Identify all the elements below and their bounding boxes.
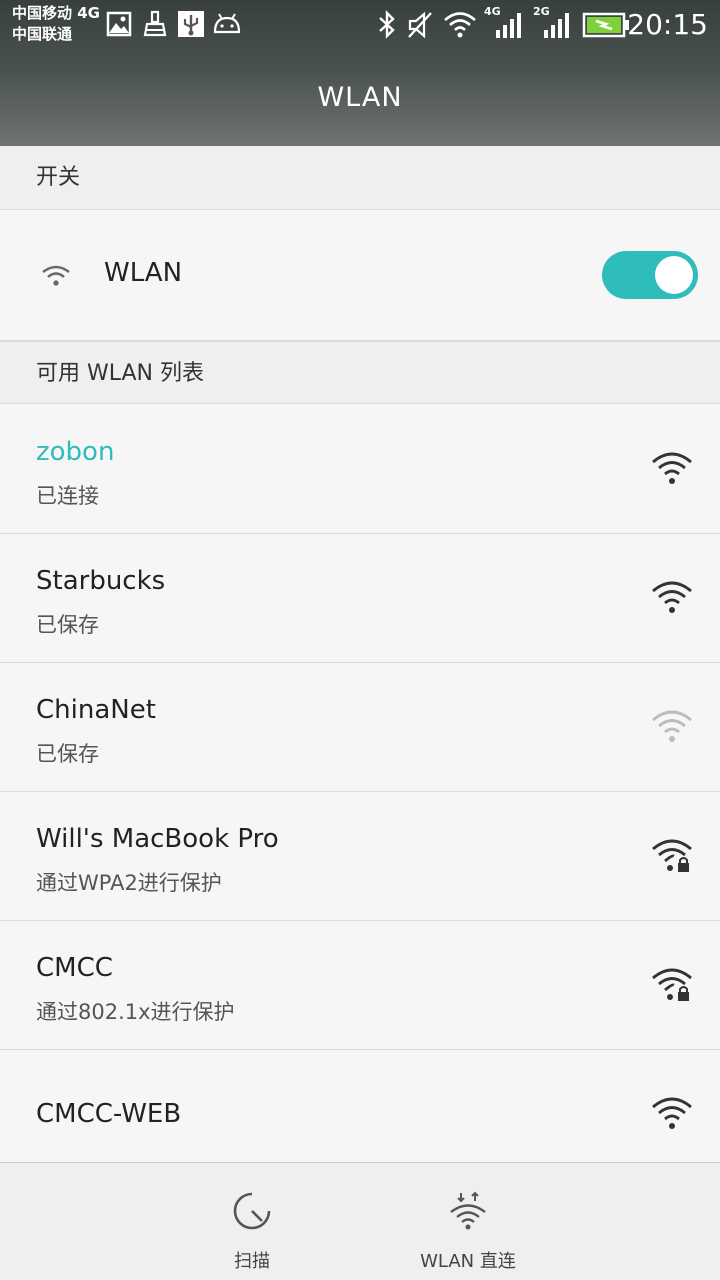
- network-name: Starbucks: [36, 566, 166, 596]
- scan-label: 扫描: [234, 1251, 270, 1272]
- bluetooth-icon: [379, 10, 395, 39]
- android-icon: [213, 13, 241, 34]
- network-status: 通过802.1x进行保护: [36, 1000, 235, 1024]
- network-item-starbucks[interactable]: Starbucks 已保存: [0, 534, 720, 663]
- image-icon: [106, 11, 132, 37]
- wlan-direct-label: WLAN 直连: [420, 1251, 516, 1272]
- network-name: zobon: [36, 437, 115, 467]
- network-item-chinanet[interactable]: ChinaNet 已保存: [0, 663, 720, 792]
- network-status: 通过WPA2进行保护: [36, 871, 222, 895]
- signal-2g-icon: [544, 13, 569, 38]
- wlan-direct-button[interactable]: WLAN 直连: [398, 1163, 538, 1280]
- network-status: 已连接: [36, 484, 99, 508]
- network-item-zobon[interactable]: zobon 已连接: [0, 404, 720, 534]
- wifi-direct-icon: [450, 1191, 486, 1230]
- wifi-strong-icon: [652, 1097, 692, 1129]
- status-bar: 中国移动 4G 中国联通 4G 2G 20:15: [0, 0, 720, 50]
- wifi-locked-icon: [652, 839, 692, 872]
- carrier-1: 中国移动 4G: [12, 4, 100, 22]
- network-status: 已保存: [36, 613, 99, 637]
- wifi-strong-icon: [652, 581, 692, 613]
- mute-icon: [408, 11, 432, 39]
- toggle-knob: [655, 256, 693, 294]
- wlan-switch-label: WLAN: [104, 258, 183, 288]
- network-item-macbook[interactable]: Will's MacBook Pro 通过WPA2进行保护: [0, 792, 720, 921]
- wifi-icon: [42, 265, 70, 286]
- wifi-icon: [444, 12, 476, 38]
- carrier-info: 中国移动 4G 中国联通: [12, 3, 100, 45]
- bottom-action-bar: 扫描 WLAN 直连: [0, 1162, 720, 1280]
- cleaner-icon: [143, 10, 167, 37]
- usb-icon: [178, 11, 204, 37]
- section-header-switch: 开关: [0, 146, 720, 210]
- carrier-2: 中国联通: [12, 25, 73, 43]
- page-title: WLAN: [317, 82, 403, 113]
- wifi-locked-icon: [652, 968, 692, 1001]
- network-name: Will's MacBook Pro: [36, 824, 279, 854]
- network-status: 已保存: [36, 742, 99, 766]
- clock: 20:15: [627, 8, 708, 41]
- wifi-strong-icon: [652, 452, 692, 484]
- scan-button[interactable]: 扫描: [192, 1163, 312, 1280]
- network-item-cmcc[interactable]: CMCC 通过802.1x进行保护: [0, 921, 720, 1050]
- section-header-networks: 可用 WLAN 列表: [0, 341, 720, 404]
- scan-icon: [233, 1192, 271, 1230]
- network-name: CMCC-WEB: [36, 1099, 182, 1129]
- network-name: CMCC: [36, 953, 113, 983]
- network-name: ChinaNet: [36, 695, 156, 725]
- wifi-weak-icon: [652, 710, 692, 742]
- signal-4g-icon: [496, 13, 521, 38]
- battery-charging-icon: [582, 12, 629, 38]
- app-header: 中国移动 4G 中国联通 4G 2G 20:15 WLAN: [0, 0, 720, 146]
- network-item-cmcc-web[interactable]: CMCC-WEB: [0, 1050, 720, 1162]
- wlan-toggle[interactable]: [602, 251, 698, 299]
